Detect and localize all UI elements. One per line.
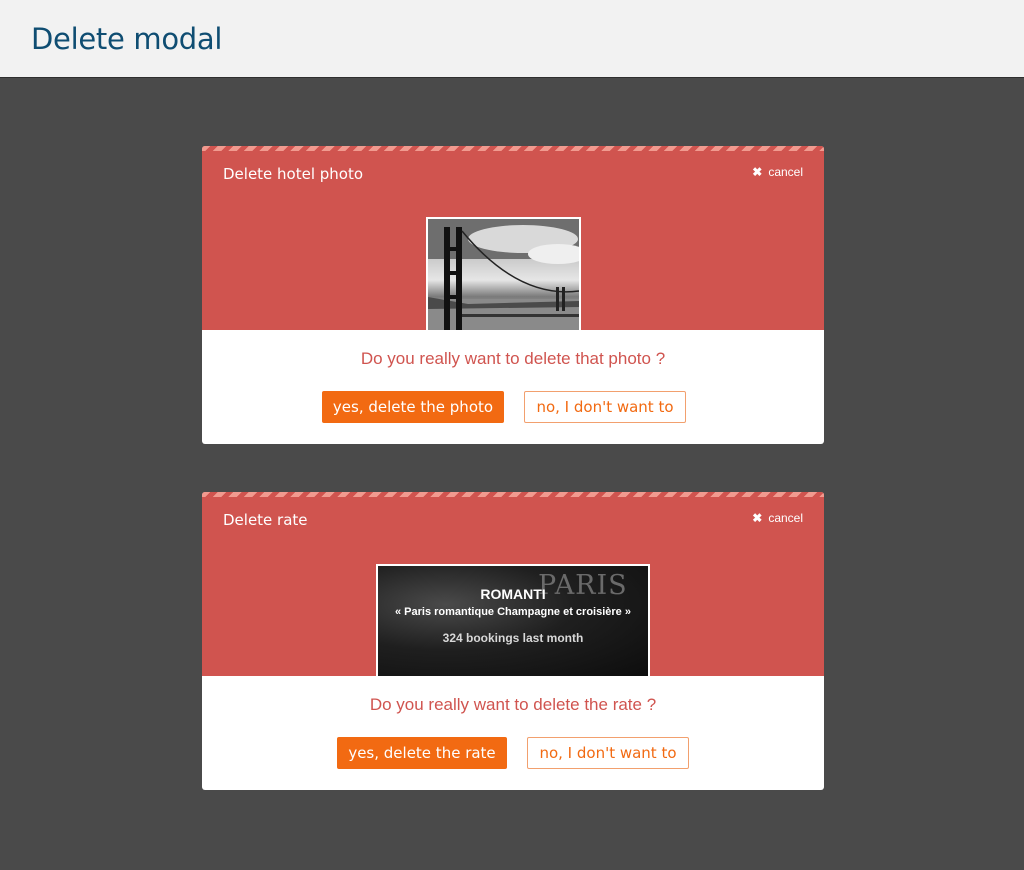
rate-subtitle: « Paris romantique Champagne et croisièr… (395, 606, 631, 618)
modal-stripe-border (202, 492, 824, 497)
modal-title: Delete hotel photo (223, 165, 364, 183)
delete-rate-modal: Delete rate ✖ cancel PARIS ROMANTI « Par… (202, 492, 824, 790)
close-icon: ✖ (752, 165, 763, 179)
cancel-button[interactable]: ✖ cancel (752, 511, 803, 525)
confirm-delete-photo-button[interactable]: yes, delete the photo (322, 391, 504, 423)
modal-header: Delete rate ✖ cancel PARIS ROMANTI « Par… (202, 492, 824, 676)
decline-button[interactable]: no, I don't want to (527, 737, 689, 769)
modal-title: Delete rate (223, 511, 308, 529)
page-title: Delete modal (31, 22, 223, 56)
confirmation-question: Do you really want to delete that photo … (360, 349, 666, 368)
rate-bookings-count: 324 bookings last month (442, 631, 584, 645)
decline-button[interactable]: no, I don't want to (524, 391, 686, 423)
rate-name: ROMANTI (480, 586, 546, 602)
hotel-photo-thumbnail (426, 217, 581, 330)
rate-card-thumbnail: PARIS ROMANTI « Paris romantique Champag… (376, 564, 650, 676)
cancel-label: cancel (768, 511, 803, 525)
modal-header: Delete hotel photo ✖ cancel (202, 146, 824, 330)
delete-photo-modal: Delete hotel photo ✖ cancel Do you reall… (202, 146, 824, 444)
close-icon: ✖ (752, 511, 763, 525)
cancel-label: cancel (768, 165, 803, 179)
cancel-button[interactable]: ✖ cancel (752, 165, 803, 179)
modal-stripe-border (202, 146, 824, 151)
bridge-photo (428, 219, 579, 330)
confirm-delete-rate-button[interactable]: yes, delete the rate (337, 737, 507, 769)
confirmation-question: Do you really want to delete the rate ? (369, 695, 657, 714)
page-header: Delete modal (0, 0, 1024, 78)
